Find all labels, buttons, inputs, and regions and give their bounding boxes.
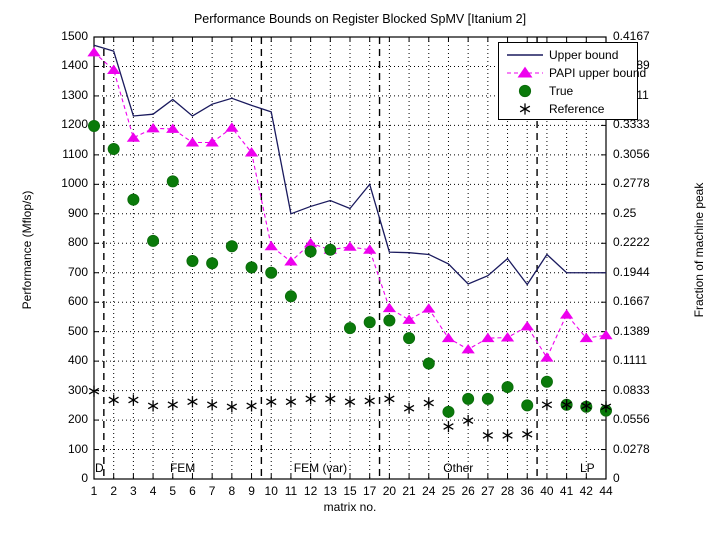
y-tick-label-left: 500 [67,323,88,338]
y-tick-label-left: 900 [67,205,88,220]
legend-marker-none-icon [503,46,547,64]
group-label: D [95,461,104,475]
y-tick-label-left: 1400 [61,58,88,73]
y-tick-label-left: 0 [81,471,88,485]
marker-circle [363,316,376,329]
y-tick-label-right: 0.1111 [613,353,648,368]
chart-figure: Performance Bounds on Register Blocked S… [0,0,720,540]
y-tick-label-left: 300 [67,382,88,397]
group-label: LP [580,461,595,475]
x-tick-label: 44 [599,484,613,498]
y-tick-label-right: 0.4167 [613,29,650,43]
y-tick-label-right: 0.2222 [613,235,650,250]
y-tick-label-left: 700 [67,264,88,279]
marker-circle [88,119,101,132]
marker-circle [265,266,278,279]
legend-marker-triangle-icon [503,64,547,82]
marker-circle [127,193,140,206]
marker-circle [383,314,396,327]
y-tick-label-right: 0.1389 [613,323,650,338]
y-tick-label-left: 1000 [61,176,88,191]
legend-label: True [549,84,574,98]
legend-label: PAPI upper bound [549,66,647,80]
y-tick-label-right: 0.0833 [613,382,650,397]
legend-item: Reference [503,100,637,118]
legend-item: True [503,82,637,100]
marker-circle [324,243,337,256]
marker-circle [304,245,317,258]
marker-circle [343,322,356,335]
chart-legend: Upper bound PAPI upper bound True Reference [498,42,646,120]
legend-item: Upper bound [503,46,637,64]
legend-label: Reference [549,102,605,116]
y-tick-label-left: 100 [67,441,88,456]
group-label: Other [443,461,474,475]
legend-marker-asterisk-icon [503,100,547,118]
y-tick-label-right: 0.25 [613,205,637,220]
marker-circle [442,405,455,418]
y-tick-label-right: 0.0556 [613,412,650,427]
y-tick-label-right: 0.1944 [613,264,650,279]
marker-circle [206,257,219,270]
marker-circle [225,240,238,253]
legend-label: Upper bound [549,48,619,62]
y-tick-label-right: 0.3056 [613,146,650,161]
marker-circle [107,142,120,155]
y-tick-label-left: 200 [67,412,88,427]
legend-item: PAPI upper bound [503,64,646,82]
y-tick-label-left: 1300 [61,87,88,102]
y-tick-label-right: 0.0278 [613,441,650,456]
y-tick-label-right: 0.1667 [613,294,650,309]
marker-circle [521,399,534,412]
y-tick-label-left: 1200 [61,117,88,132]
y-tick-label-left: 800 [67,235,88,250]
marker-circle [166,175,179,188]
y-tick-label-left: 400 [67,353,88,368]
marker-circle [501,381,514,394]
y-tick-label-right: 0 [613,471,620,485]
y-tick-label-left: 600 [67,294,88,309]
y-tick-label-left: 1100 [62,146,88,161]
group-label: FEM (var) [293,461,348,475]
legend-marker-circle-icon [503,82,547,100]
marker-circle [481,392,494,405]
marker-circle [462,392,475,405]
marker-circle [245,261,258,274]
marker-circle [186,254,199,267]
y-tick-label-left: 1500 [61,29,88,43]
marker-circle [147,234,160,247]
y-tick-label-right: 0.2778 [613,176,650,191]
marker-circle [540,375,553,388]
marker-circle [403,332,416,345]
group-label: FEM [169,461,196,475]
marker-circle [284,290,297,303]
marker-circle [422,357,435,370]
